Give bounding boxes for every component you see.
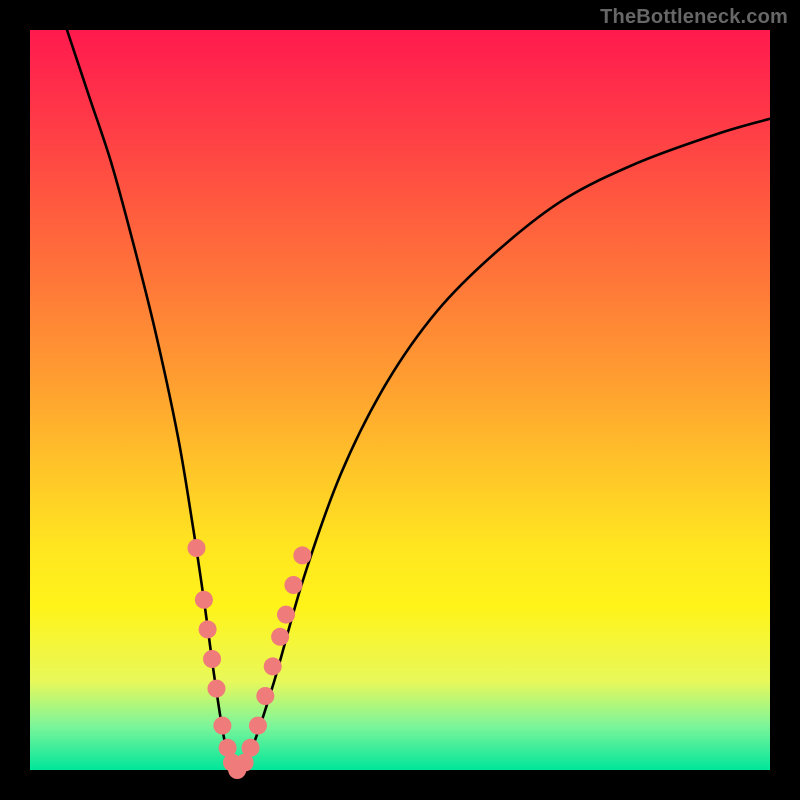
curve-marker xyxy=(264,657,282,675)
curve-marker xyxy=(199,620,217,638)
curve-marker xyxy=(293,546,311,564)
curve-marker xyxy=(249,717,267,735)
curve-marker xyxy=(207,680,225,698)
chart-svg xyxy=(30,30,770,770)
curve-marker xyxy=(284,576,302,594)
chart-frame: TheBottleneck.com xyxy=(0,0,800,800)
marker-group xyxy=(188,539,312,779)
bottleneck-curve xyxy=(67,30,770,770)
curve-marker xyxy=(203,650,221,668)
curve-marker xyxy=(213,717,231,735)
curve-marker xyxy=(242,739,260,757)
curve-marker xyxy=(271,628,289,646)
curve-marker xyxy=(188,539,206,557)
curve-marker xyxy=(277,606,295,624)
curve-marker xyxy=(256,687,274,705)
watermark-text: TheBottleneck.com xyxy=(600,6,788,29)
curve-marker xyxy=(195,591,213,609)
plot-area xyxy=(30,30,770,770)
